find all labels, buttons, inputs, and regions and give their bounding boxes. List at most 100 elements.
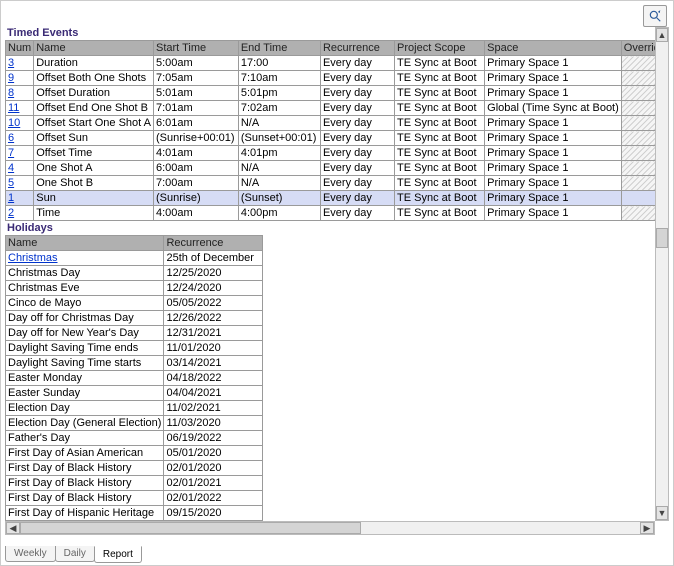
holiday-name-cell[interactable]: Easter Monday	[6, 371, 164, 386]
holiday-name-cell[interactable]: First Day of Asian American	[6, 446, 164, 461]
tab-daily[interactable]: Daily	[55, 546, 95, 562]
table-row[interactable]: Daylight Saving Time ends11/01/2020	[6, 341, 263, 356]
timed-events-col-header[interactable]: Start Time	[153, 41, 238, 56]
tab-report[interactable]: Report	[94, 546, 142, 563]
timed-events-col-header[interactable]: Num	[6, 41, 34, 56]
horizontal-scrollbar[interactable]: ◀ ▶	[5, 521, 655, 535]
timed-events-scope-cell: TE Sync at Boot	[395, 191, 485, 206]
table-row[interactable]: First Day of Asian American05/01/2020	[6, 446, 263, 461]
timed-events-num-cell[interactable]: 5	[6, 176, 34, 191]
timed-events-name-cell[interactable]: One Shot B	[34, 176, 154, 191]
holiday-name-cell[interactable]: Easter Sunday	[6, 386, 164, 401]
timed-events-num-cell[interactable]: 1	[6, 191, 34, 206]
timed-events-name-cell[interactable]: Offset Both One Shots	[34, 71, 154, 86]
table-row[interactable]: Easter Sunday04/04/2021	[6, 386, 263, 401]
scroll-down-button[interactable]: ▼	[656, 506, 668, 520]
timed-events-name-cell[interactable]: Time	[34, 206, 154, 221]
table-row[interactable]: Easter Monday04/18/2022	[6, 371, 263, 386]
table-row[interactable]: First Day of Black History02/01/2020	[6, 461, 263, 476]
timed-events-name-cell[interactable]: Offset Start One Shot A	[34, 116, 154, 131]
timed-events-num-cell[interactable]: 11	[6, 101, 34, 116]
table-row[interactable]: Christmas Eve12/24/2020	[6, 281, 263, 296]
holidays-col-header[interactable]: Recurrence	[164, 236, 263, 251]
timed-events-name-cell[interactable]: Offset End One Shot B	[34, 101, 154, 116]
scroll-up-button[interactable]: ▲	[656, 28, 668, 42]
scroll-right-button[interactable]: ▶	[640, 522, 654, 534]
timed-events-name-cell[interactable]: Offset Sun	[34, 131, 154, 146]
timed-events-name-cell[interactable]: Duration	[34, 56, 154, 71]
timed-events-num-cell[interactable]: 8	[6, 86, 34, 101]
timed-events-name-cell[interactable]: Offset Time	[34, 146, 154, 161]
table-row[interactable]: First Day of Black History02/01/2022	[6, 491, 263, 506]
table-row[interactable]: 1Sun(Sunrise)(Sunset)Every dayTE Sync at…	[6, 191, 669, 206]
table-row[interactable]: Christmas25th of December	[6, 251, 263, 266]
table-row[interactable]: 2Time4:00am4:00pmEvery dayTE Sync at Boo…	[6, 206, 669, 221]
hscroll-track[interactable]	[20, 522, 640, 534]
find-button[interactable]	[643, 5, 667, 27]
timed-events-num-cell[interactable]: 9	[6, 71, 34, 86]
holiday-name-cell[interactable]: First Day of Black History	[6, 491, 164, 506]
table-row[interactable]: Day off for New Year's Day12/31/2021	[6, 326, 263, 341]
timed-events-name-cell[interactable]: Sun	[34, 191, 154, 206]
table-row[interactable]: 10Offset Start One Shot A6:01amN/AEvery …	[6, 116, 669, 131]
table-row[interactable]: 11Offset End One Shot B7:01am7:02amEvery…	[6, 101, 669, 116]
timed-events-num-cell[interactable]: 3	[6, 56, 34, 71]
hscroll-thumb[interactable]	[20, 522, 361, 534]
timed-events-col-header[interactable]: Space	[485, 41, 622, 56]
table-row[interactable]: Day off for Christmas Day12/26/2022	[6, 311, 263, 326]
holiday-name-cell[interactable]: Christmas	[6, 251, 164, 266]
timed-events-num-cell[interactable]: 4	[6, 161, 34, 176]
holiday-name-cell[interactable]: Day off for Christmas Day	[6, 311, 164, 326]
timed-events-scope-cell: TE Sync at Boot	[395, 71, 485, 86]
app-window: Timed Events NumNameStart TimeEnd TimeRe…	[0, 0, 674, 566]
timed-events-num-cell[interactable]: 10	[6, 116, 34, 131]
content-scroll-area: Timed Events NumNameStart TimeEnd TimeRe…	[5, 27, 669, 535]
timed-events-col-header[interactable]: End Time	[238, 41, 320, 56]
table-row[interactable]: Christmas Day12/25/2020	[6, 266, 263, 281]
timed-events-col-header[interactable]: Name	[34, 41, 154, 56]
table-row[interactable]: First Day of Hispanic Heritage09/15/2020	[6, 506, 263, 521]
table-row[interactable]: 8Offset Duration5:01am5:01pmEvery dayTE …	[6, 86, 669, 101]
timed-events-num-cell[interactable]: 7	[6, 146, 34, 161]
table-row[interactable]: Cinco de Mayo05/05/2022	[6, 296, 263, 311]
timed-events-space-cell: Primary Space 1	[485, 191, 622, 206]
timed-events-num-cell[interactable]: 6	[6, 131, 34, 146]
vscroll-thumb[interactable]	[656, 228, 668, 248]
holidays-table[interactable]: NameRecurrence Christmas25th of December…	[5, 235, 263, 535]
holiday-name-cell[interactable]: Election Day (General Election)	[6, 416, 164, 431]
table-row[interactable]: 7Offset Time4:01am4:01pmEvery dayTE Sync…	[6, 146, 669, 161]
scroll-left-button[interactable]: ◀	[6, 522, 20, 534]
vertical-scrollbar[interactable]: ▲ ▼	[655, 27, 669, 521]
table-row[interactable]: Election Day (General Election)11/03/202…	[6, 416, 263, 431]
table-row[interactable]: Daylight Saving Time starts03/14/2021	[6, 356, 263, 371]
holiday-name-cell[interactable]: Daylight Saving Time ends	[6, 341, 164, 356]
timed-events-col-header[interactable]: Recurrence	[320, 41, 394, 56]
holiday-name-cell[interactable]: Cinco de Mayo	[6, 296, 164, 311]
holiday-name-cell[interactable]: Christmas Day	[6, 266, 164, 281]
timed-events-table[interactable]: NumNameStart TimeEnd TimeRecurrenceProje…	[5, 40, 669, 221]
table-row[interactable]: Father's Day06/19/2022	[6, 431, 263, 446]
table-row[interactable]: 9Offset Both One Shots7:05am7:10amEvery …	[6, 71, 669, 86]
timed-events-col-header[interactable]: Project Scope	[395, 41, 485, 56]
holiday-name-cell[interactable]: First Day of Hispanic Heritage	[6, 506, 164, 521]
vscroll-track[interactable]	[656, 42, 668, 506]
timed-events-name-cell[interactable]: Offset Duration	[34, 86, 154, 101]
table-row[interactable]: 6Offset Sun(Sunrise+00:01)(Sunset+00:01)…	[6, 131, 669, 146]
holiday-name-cell[interactable]: Day off for New Year's Day	[6, 326, 164, 341]
timed-events-start-cell: 6:01am	[153, 116, 238, 131]
tab-weekly[interactable]: Weekly	[5, 546, 56, 562]
table-row[interactable]: 4One Shot A6:00amN/AEvery dayTE Sync at …	[6, 161, 669, 176]
holiday-name-cell[interactable]: Christmas Eve	[6, 281, 164, 296]
holiday-name-cell[interactable]: First Day of Black History	[6, 476, 164, 491]
holiday-name-cell[interactable]: Election Day	[6, 401, 164, 416]
holiday-name-cell[interactable]: First Day of Black History	[6, 461, 164, 476]
table-row[interactable]: 5One Shot B7:00amN/AEvery dayTE Sync at …	[6, 176, 669, 191]
table-row[interactable]: Election Day11/02/2021	[6, 401, 263, 416]
table-row[interactable]: 3Duration5:00am17:00Every dayTE Sync at …	[6, 56, 669, 71]
timed-events-name-cell[interactable]: One Shot A	[34, 161, 154, 176]
holiday-name-cell[interactable]: Daylight Saving Time starts	[6, 356, 164, 371]
holidays-col-header[interactable]: Name	[6, 236, 164, 251]
table-row[interactable]: First Day of Black History02/01/2021	[6, 476, 263, 491]
timed-events-num-cell[interactable]: 2	[6, 206, 34, 221]
holiday-name-cell[interactable]: Father's Day	[6, 431, 164, 446]
